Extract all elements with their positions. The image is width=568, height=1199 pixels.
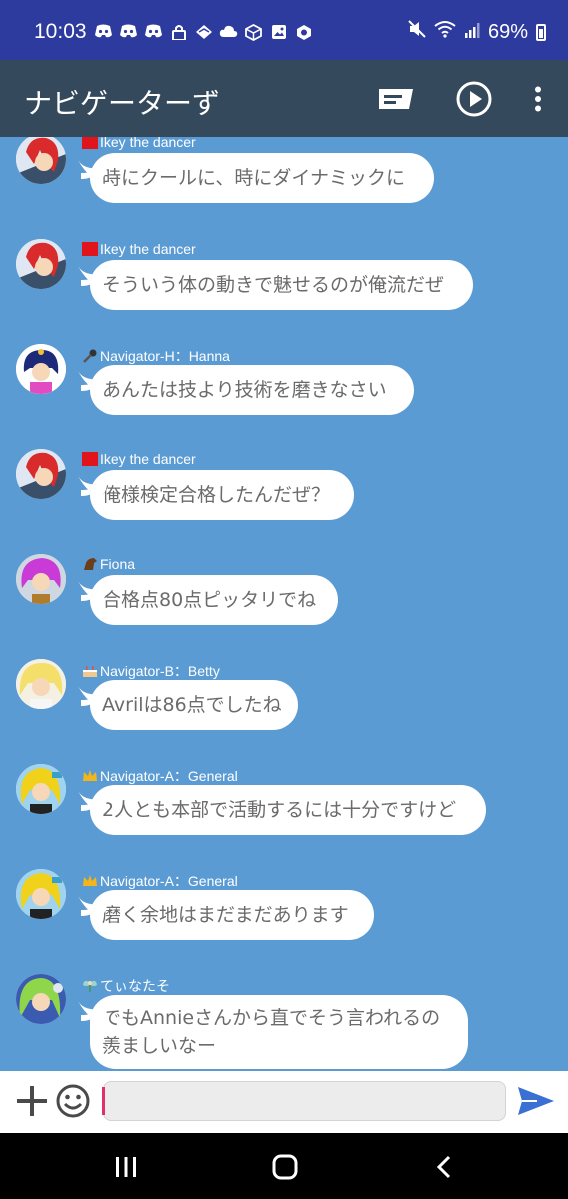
messenger-icon <box>194 24 213 40</box>
sender-name: Navigator-A：General <box>82 766 238 786</box>
input-bar <box>0 1071 568 1133</box>
emoji-icon[interactable] <box>53 1081 93 1121</box>
message-item: Navigator-A：General 磨く余地はまだまだあります <box>0 869 568 969</box>
image-icon <box>269 24 288 40</box>
status-time: 10:03 <box>34 20 87 43</box>
sender-name: Ikey the dancer <box>82 241 196 257</box>
message-bubble[interactable]: 時にクールに、時にダイナミックに <box>81 153 434 203</box>
signal-icon <box>464 21 480 44</box>
sender-name: てぃなたそ <box>82 976 170 996</box>
message-item: Navigator-B：Betty Avrilは86点でしたね <box>0 659 568 759</box>
discord-icon <box>94 24 113 40</box>
battery-percent: 69% <box>487 20 528 43</box>
status-bar: 10:03 69% <box>0 0 568 60</box>
app-icon <box>294 24 313 40</box>
message-item: Ikey the dancer 俺様検定合格したんだぜ？ <box>0 449 568 549</box>
pink-hair-avatar[interactable] <box>16 554 66 604</box>
yellow-hair-avatar[interactable] <box>16 869 66 919</box>
message-text: 2人とも本部で活動するには十分ですけど <box>102 799 457 821</box>
crown-icon <box>82 769 98 783</box>
message-text: Avrilは86点でしたね <box>102 694 282 716</box>
discord-icon <box>119 24 138 40</box>
message-text: 時にクールに、時にダイナミックに <box>102 167 406 189</box>
message-text: 合格点80点ピッタリでね <box>102 589 317 611</box>
message-bubble[interactable]: あんたは技より技術を磨きなさい <box>81 365 414 415</box>
sender-name: Navigator-A：General <box>82 871 238 891</box>
horse-icon <box>82 557 98 571</box>
play-icon[interactable] <box>454 80 494 118</box>
chat-list[interactable]: Ikey the dancer 時にクールに、時にダイナミックに Ikey th… <box>0 137 568 1071</box>
red-square-icon <box>82 452 98 466</box>
wifi-icon <box>434 20 456 44</box>
mute-icon <box>408 20 426 44</box>
box-icon <box>244 23 263 42</box>
message-bubble[interactable]: 磨く余地はまだまだあります <box>81 890 374 940</box>
back-icon[interactable] <box>424 1151 464 1183</box>
yellow-hair-avatar[interactable] <box>16 764 66 814</box>
message-item: てぃなたそ でもAnnieさんから直でそう言われるの羨ましいなー <box>0 974 568 1071</box>
cake-icon <box>82 664 98 678</box>
system-icons: 69% <box>408 20 546 44</box>
add-icon[interactable] <box>12 1081 52 1121</box>
message-bubble[interactable]: 合格点80点ピッタリでね <box>81 575 338 625</box>
battery-icon <box>536 23 546 41</box>
cloud-icon <box>219 24 238 40</box>
more-vert-icon[interactable] <box>518 80 558 118</box>
sender-name: Fiona <box>82 556 135 572</box>
red-hair-avatar[interactable] <box>16 449 66 499</box>
message-item: Navigator-H：Hanna あんたは技より技術を磨きなさい <box>0 344 568 444</box>
blonde-avatar[interactable] <box>16 659 66 709</box>
home-icon[interactable] <box>265 1151 305 1183</box>
page-title: ナビゲーターず <box>24 87 221 120</box>
lock-icon <box>169 24 188 41</box>
sender-name: Navigator-H：Hanna <box>82 346 230 366</box>
notification-icons <box>94 23 313 42</box>
microphone-icon <box>82 349 98 363</box>
message-icon[interactable] <box>376 80 416 118</box>
message-input[interactable] <box>103 1081 506 1121</box>
green-hair-avatar[interactable] <box>16 974 66 1024</box>
message-item: Ikey the dancer 時にクールに、時にダイナミックに <box>0 137 568 234</box>
message-bubble[interactable]: Avrilは86点でしたね <box>81 680 298 730</box>
sender-name: Navigator-B：Betty <box>82 661 220 681</box>
fairy-icon <box>82 979 98 993</box>
navy-hair-avatar[interactable] <box>16 344 66 394</box>
red-square-icon <box>82 137 98 149</box>
message-bubble[interactable]: そういう体の動きで魅せるのが俺流だぜ <box>81 260 473 310</box>
text-cursor <box>102 1087 105 1115</box>
sender-name: Ikey the dancer <box>82 137 196 150</box>
system-nav-bar <box>0 1133 568 1199</box>
send-icon[interactable] <box>516 1081 556 1121</box>
app-bar: ナビゲーターず <box>0 60 568 137</box>
red-hair-avatar[interactable] <box>16 239 66 289</box>
message-bubble[interactable]: 2人とも本部で活動するには十分ですけど <box>81 785 486 835</box>
message-item: Navigator-A：General 2人とも本部で活動するには十分ですけど <box>0 764 568 864</box>
message-item: Fiona 合格点80点ピッタリでね <box>0 554 568 654</box>
message-bubble[interactable]: でもAnnieさんから直でそう言われるの羨ましいなー <box>81 995 468 1069</box>
discord-icon <box>144 24 163 40</box>
red-hair-avatar[interactable] <box>16 137 66 184</box>
message-text: そういう体の動きで魅せるのが俺流だぜ <box>102 274 445 296</box>
message-text: 磨く余地はまだまだあります <box>102 904 349 926</box>
message-text: 俺様検定合格したんだぜ？ <box>102 484 331 506</box>
message-item: Ikey the dancer そういう体の動きで魅せるのが俺流だぜ <box>0 239 568 339</box>
message-text: でもAnnieさんから直でそう言われるの羨ましいなー <box>102 1007 441 1057</box>
crown-icon <box>82 874 98 888</box>
message-text: あんたは技より技術を磨きなさい <box>102 379 387 401</box>
red-square-icon <box>82 242 98 256</box>
message-bubble[interactable]: 俺様検定合格したんだぜ？ <box>81 470 354 520</box>
sender-name: Ikey the dancer <box>82 451 196 467</box>
recent-apps-icon[interactable] <box>106 1151 146 1183</box>
